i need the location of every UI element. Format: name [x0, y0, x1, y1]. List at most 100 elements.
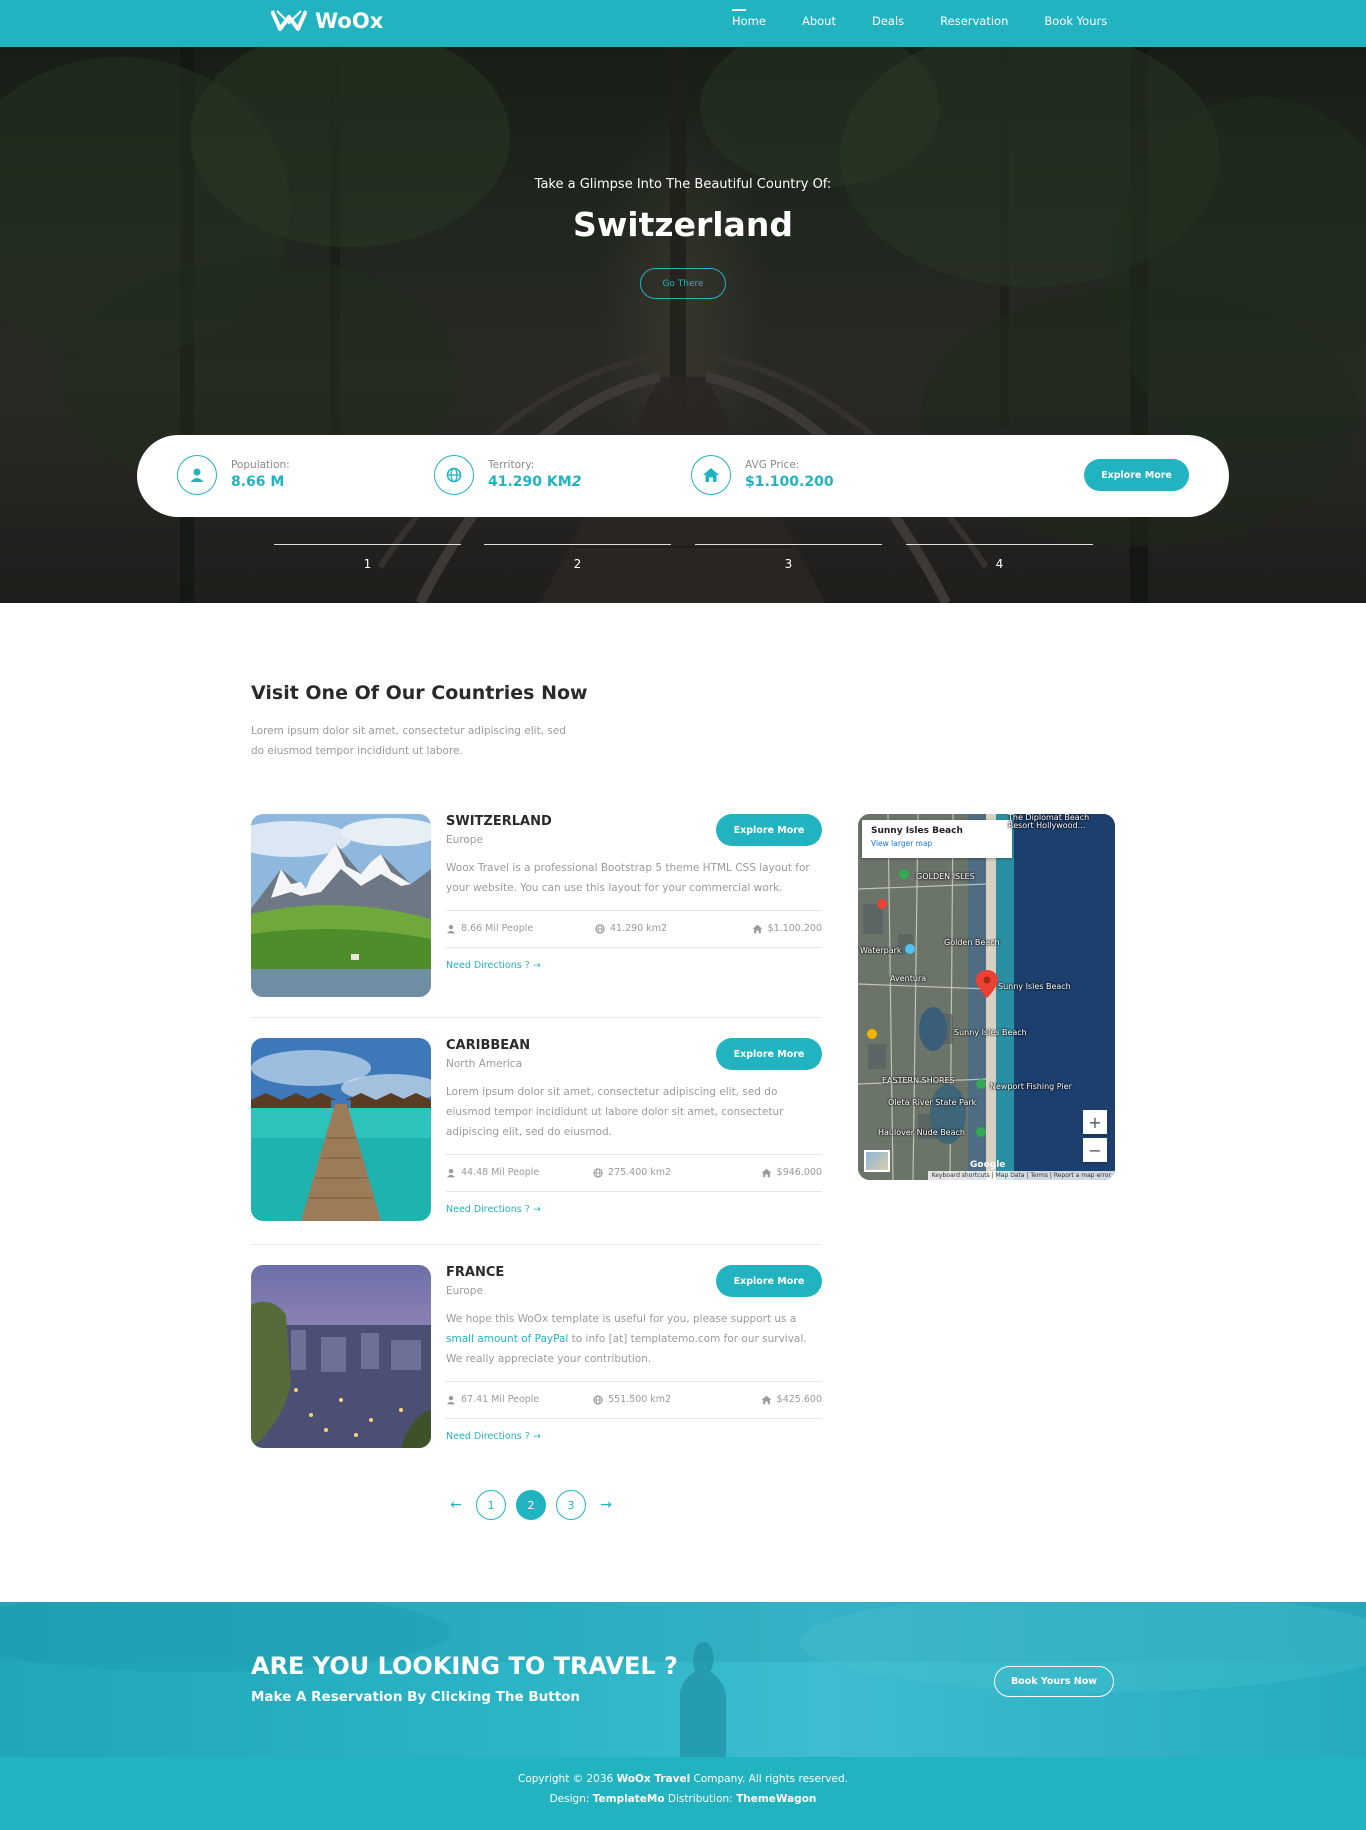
arrow-right-icon: →	[532, 1431, 541, 1442]
book-yours-now-button[interactable]: Book Yours Now	[994, 1666, 1114, 1697]
map-label: Resort Hollywood...	[1008, 821, 1086, 830]
stat-value: 8.66 M	[231, 474, 285, 490]
logo[interactable]: WoOx	[271, 8, 383, 34]
google-map[interactable]: Sunny Isles Beach View larger map The Di…	[858, 814, 1115, 1180]
nav-about[interactable]: About	[802, 14, 836, 28]
map-label: Sunny Isles Beach	[954, 1028, 1027, 1037]
go-there-button[interactable]: Go There	[640, 268, 726, 299]
explore-more-button[interactable]: Explore More	[716, 1265, 822, 1297]
country-card-body: CARIBBEAN North America Explore More Lor…	[446, 1038, 822, 1216]
paypal-link[interactable]: small amount of PayPal	[446, 1333, 568, 1345]
card-divider	[251, 1017, 822, 1018]
user-icon	[446, 1395, 456, 1404]
credits-text: Design: TemplateMo Distribution: ThemeWa…	[549, 1793, 817, 1805]
arrow-right-icon: →	[532, 1204, 541, 1215]
call-to-action: ARE YOU LOOKING TO TRAVEL ? Make A Reser…	[0, 1602, 1366, 1757]
copyright-text: Copyright © 2036 WoOx Travel Company. Al…	[518, 1773, 848, 1785]
zoom-out-button[interactable]: −	[1083, 1138, 1107, 1162]
map-type-toggle[interactable]	[864, 1150, 890, 1172]
page-3-button[interactable]: 3	[556, 1490, 586, 1520]
home-icon	[752, 924, 762, 933]
meta-price-text: $946.000	[776, 1167, 822, 1178]
meta-people: 67.41 Mil People	[446, 1394, 539, 1405]
explore-more-button[interactable]: Explore More	[716, 1038, 822, 1070]
country-card-body: FRANCE Europe Explore More We hope this …	[446, 1265, 822, 1443]
country-description: Lorem ipsum dolor sit amet, consectetur …	[446, 1086, 784, 1138]
slide-number: 4	[995, 557, 1004, 571]
map-label: Newport Fishing Pier	[990, 1082, 1072, 1091]
view-larger-map-link[interactable]: View larger map	[871, 839, 1003, 848]
zoom-in-button[interactable]: +	[1083, 1110, 1107, 1134]
cta-subtitle: Make A Reservation By Clicking The Butto…	[251, 1689, 581, 1705]
meta-area-text: 551.500 km2	[608, 1394, 672, 1405]
country-card-france: FRANCE Europe Explore More We hope this …	[251, 1265, 822, 1455]
stat-label: Population:	[231, 459, 290, 471]
slide-indicator-2[interactable]: 2	[484, 544, 671, 571]
card-divider	[251, 1244, 822, 1245]
site-header: WoOx Home About Deals Reservation Book Y…	[0, 0, 1366, 47]
slide-line	[274, 544, 461, 545]
themewagon-link[interactable]: ThemeWagon	[736, 1793, 816, 1805]
logo-text: WoOx	[315, 9, 384, 33]
meta-price: $425.600	[761, 1394, 822, 1405]
page-1-button[interactable]: 1	[476, 1490, 506, 1520]
meta-area: 275.400 km2	[593, 1167, 671, 1178]
country-card-caribbean: CARIBBEAN North America Explore More Lor…	[251, 1038, 822, 1228]
meta-people: 44.48 Mil People	[446, 1167, 539, 1178]
meta-area: 41.290 km2	[595, 923, 667, 934]
stat-value: 41.290 KM2	[488, 474, 582, 490]
meta-price-text: $1.100.200	[767, 923, 822, 934]
stat-value: $1.100.200	[745, 474, 834, 490]
globe-icon	[446, 467, 462, 483]
lake-person-image	[0, 1602, 1366, 1757]
nav-reservation[interactable]: Reservation	[940, 14, 1008, 28]
meta-people-text: 8.66 Mil People	[461, 923, 534, 934]
map-place-title: Sunny Isles Beach	[871, 826, 963, 836]
country-meta: 44.48 Mil People 275.400 km2 $946.000	[446, 1154, 822, 1192]
page-2-button[interactable]: 2	[516, 1490, 546, 1520]
stat-population: Population: 8.66 M	[177, 455, 290, 495]
country-stats-bar: Population: 8.66 M Territory: 41.290 KM2	[137, 435, 1229, 517]
map-footer-links[interactable]: Keyboard shortcuts | Map Data | Terms | …	[927, 1171, 1115, 1180]
country-description: Woox Travel is a professional Bootstrap …	[446, 862, 810, 894]
meta-area: 551.500 km2	[593, 1394, 671, 1405]
need-directions-link[interactable]: Need Directions ? →	[446, 1431, 541, 1442]
country-image-switzerland	[251, 814, 431, 997]
site-footer: Copyright © 2036 WoOx Travel Company. Al…	[0, 1757, 1366, 1830]
slide-line	[695, 544, 882, 545]
hero-title: Switzerland	[573, 205, 793, 244]
nav-book-yours[interactable]: Book Yours	[1044, 14, 1107, 28]
country-description: We hope this WoOx template is useful for…	[446, 1313, 807, 1365]
hero-overlay	[0, 47, 1366, 603]
country-meta: 8.66 Mil People 41.290 km2 $1.100.200	[446, 910, 822, 948]
need-directions-link[interactable]: Need Directions ? →	[446, 960, 541, 971]
map-satellite-image	[858, 814, 1115, 1180]
meta-people-text: 67.41 Mil People	[461, 1394, 540, 1405]
prev-page-arrow-icon[interactable]: ←	[441, 1490, 471, 1520]
meta-people: 8.66 Mil People	[446, 923, 533, 934]
slide-number: 3	[784, 557, 793, 571]
next-page-arrow-icon[interactable]: →	[591, 1490, 621, 1520]
stat-territory: Territory: 41.290 KM2	[434, 455, 581, 495]
country-meta: 67.41 Mil People 551.500 km2 $425.600	[446, 1381, 822, 1419]
need-directions-link[interactable]: Need Directions ? →	[446, 1204, 541, 1215]
nav-deals[interactable]: Deals	[872, 14, 904, 28]
meta-area-text: 275.400 km2	[608, 1167, 672, 1178]
hero-banner: Take a Glimpse Into The Beautiful Countr…	[0, 47, 1366, 603]
nav-home[interactable]: Home	[732, 9, 766, 28]
footer-brand: WoOx Travel	[616, 1773, 691, 1785]
hero-explore-more-button[interactable]: Explore More	[1084, 459, 1189, 491]
map-place-card: Sunny Isles Beach View larger map	[862, 820, 1012, 858]
meta-price: $1.100.200	[752, 923, 822, 934]
templatemo-link[interactable]: TemplateMo	[593, 1793, 665, 1805]
home-icon	[703, 468, 719, 482]
explore-more-button[interactable]: Explore More	[716, 814, 822, 846]
map-label: EASTERN SHORES	[882, 1076, 955, 1085]
slide-indicator-1[interactable]: 1	[274, 544, 461, 571]
slide-indicator-3[interactable]: 3	[695, 544, 882, 571]
google-logo: Google	[970, 1160, 1006, 1170]
slide-indicator-4[interactable]: 4	[906, 544, 1093, 571]
cta-title: ARE YOU LOOKING TO TRAVEL ?	[251, 1652, 678, 1680]
stat-icon-circle	[434, 455, 474, 495]
stat-avg-price: AVG Price: $1.100.200	[691, 455, 834, 495]
